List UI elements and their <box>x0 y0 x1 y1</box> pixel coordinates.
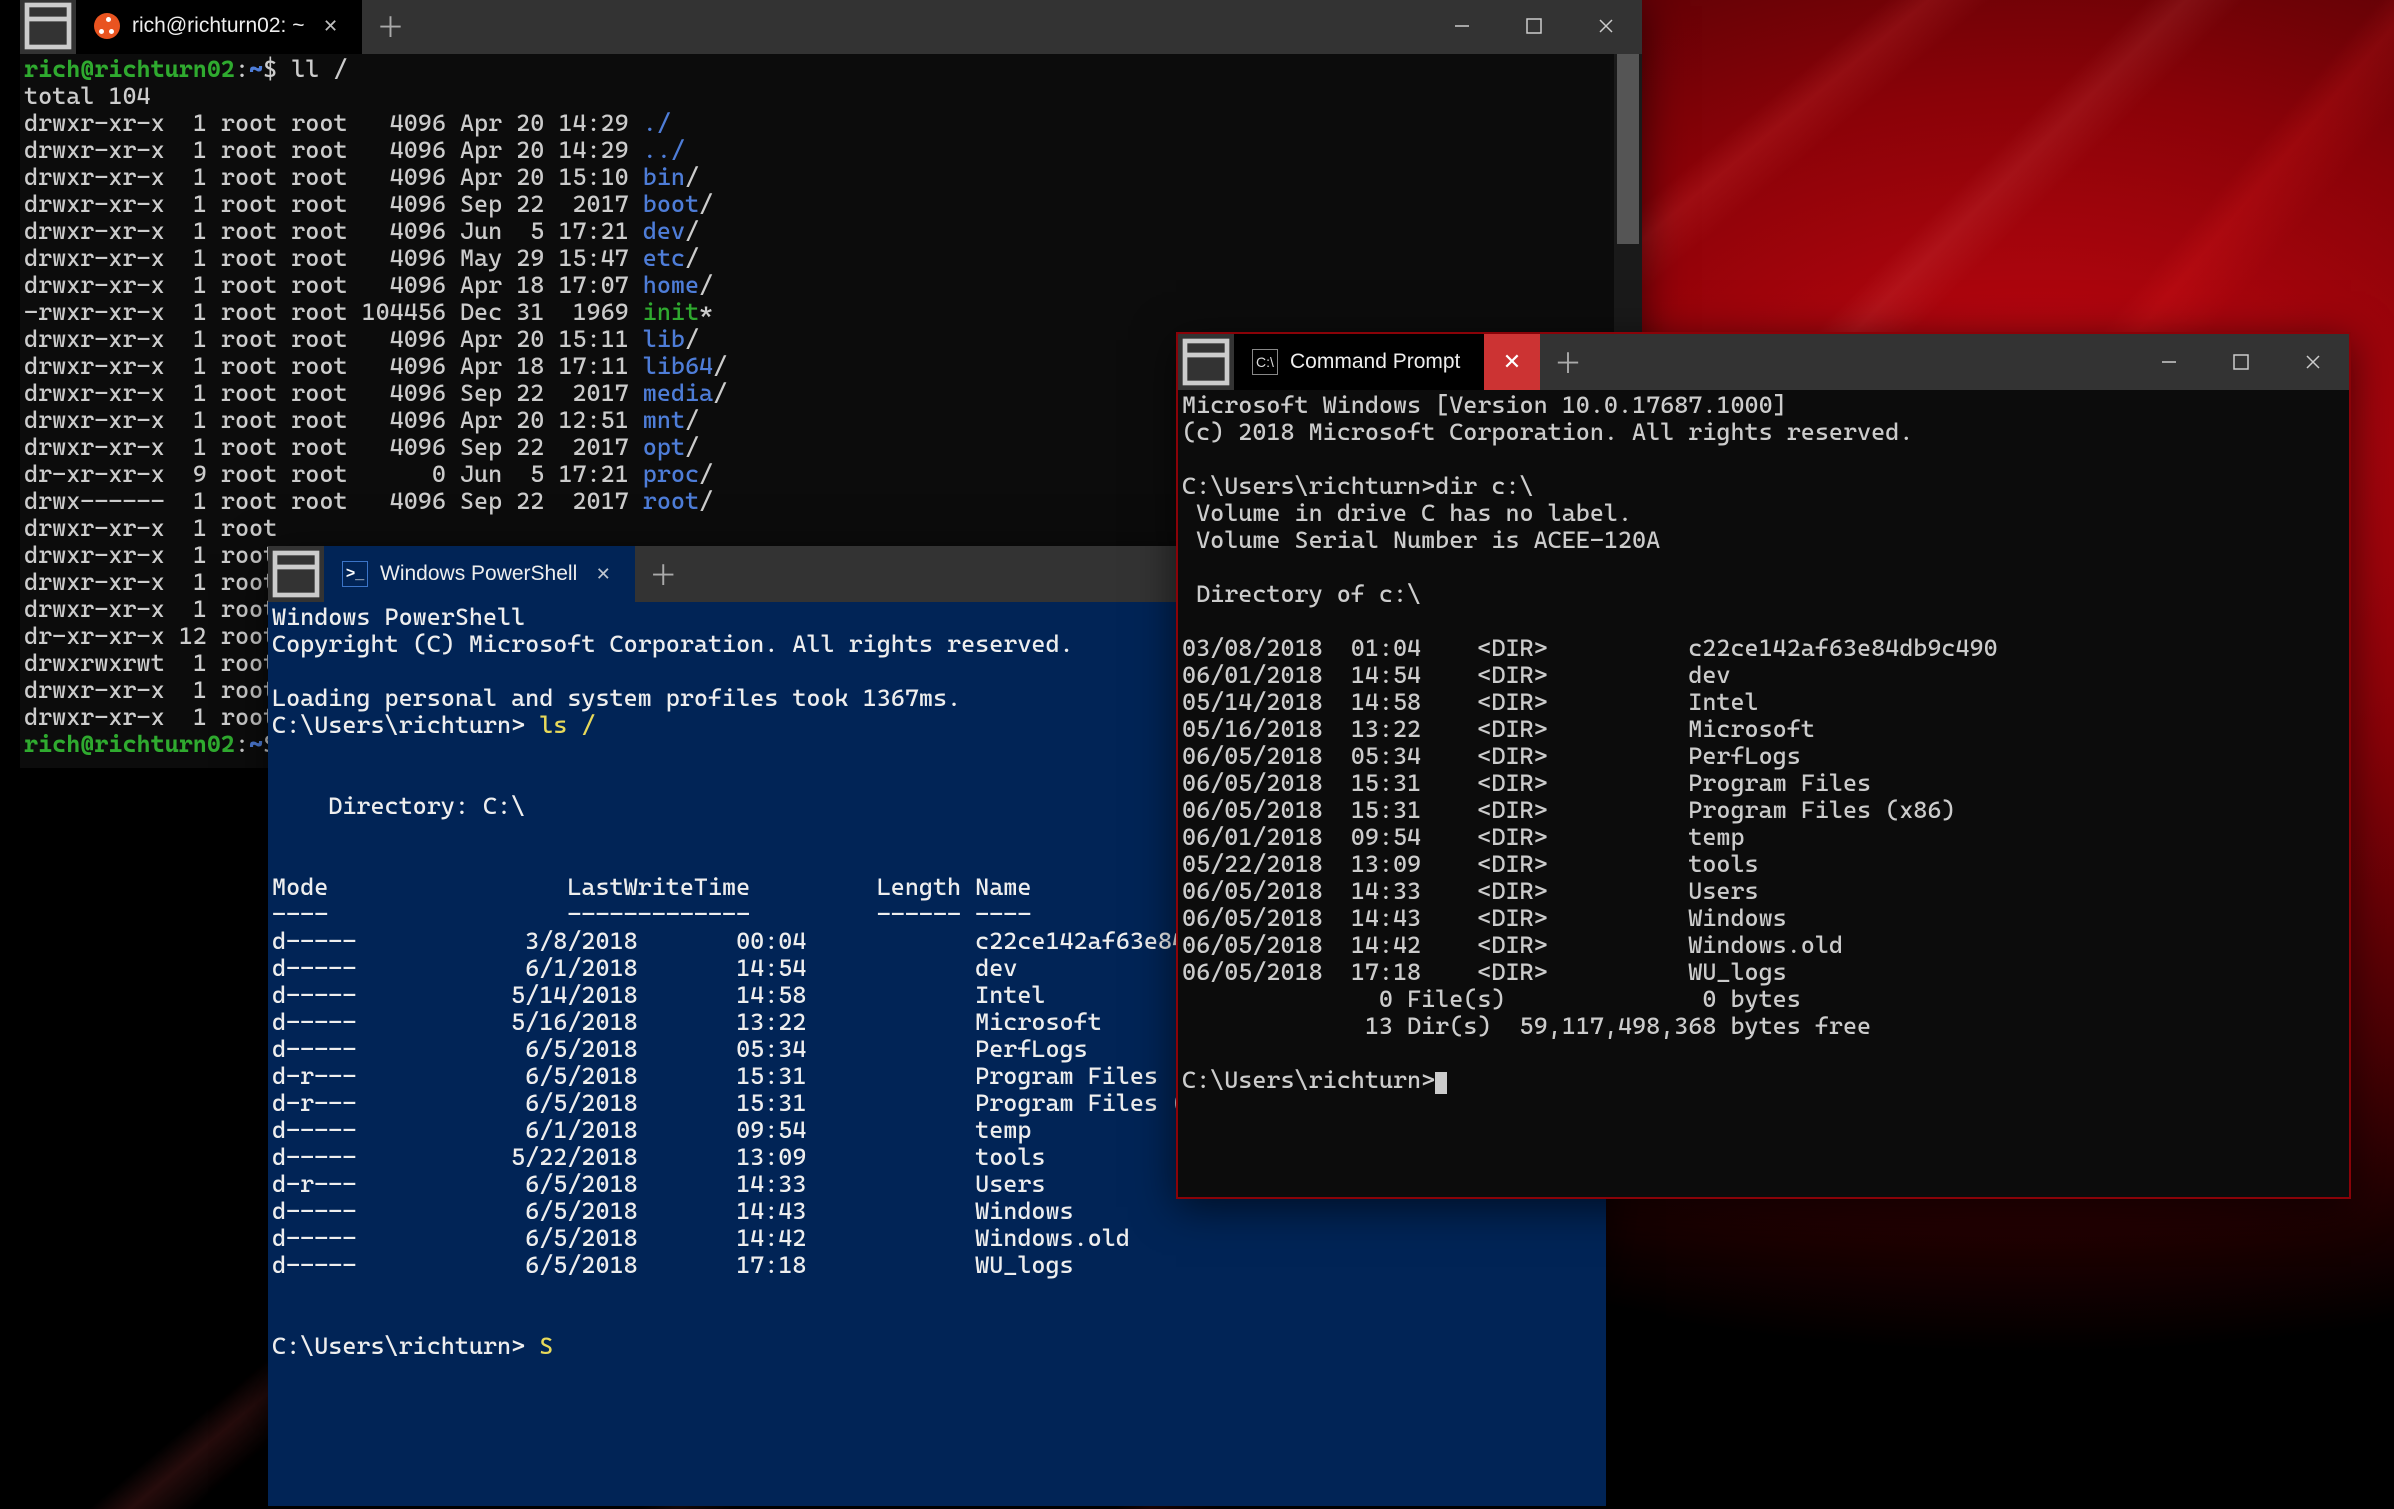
cmd-tab-title: Command Prompt <box>1290 350 1460 374</box>
ubuntu-titlebar[interactable]: rich@richturn02: ~ ✕ ＋ <box>20 0 1642 54</box>
minimize-button[interactable] <box>1426 0 1498 54</box>
close-button[interactable] <box>2277 334 2349 390</box>
ubuntu-icon <box>94 13 120 39</box>
window-menu-icon[interactable] <box>20 0 76 54</box>
close-tab-icon[interactable]: ✕ <box>1484 334 1540 390</box>
close-tab-icon[interactable]: ✕ <box>589 560 617 588</box>
cmd-window: C:\ Command Prompt ✕ ＋ Microsoft Windows… <box>1176 332 2351 1199</box>
minimize-button[interactable] <box>2133 334 2205 390</box>
powershell-icon: >_ <box>342 561 368 587</box>
cmd-titlebar[interactable]: C:\ Command Prompt ✕ ＋ <box>1178 334 2349 390</box>
scrollbar-thumb[interactable] <box>1617 54 1639 244</box>
cmd-terminal-body[interactable]: Microsoft Windows [Version 10.0.17687.10… <box>1178 390 2349 1197</box>
cmd-icon: C:\ <box>1252 349 1278 375</box>
window-menu-icon[interactable] <box>1178 334 1234 390</box>
ps-tab-title: Windows PowerShell <box>380 562 577 586</box>
maximize-button[interactable] <box>2205 334 2277 390</box>
cmd-tab[interactable]: C:\ Command Prompt <box>1234 334 1484 390</box>
new-tab-button[interactable]: ＋ <box>635 546 691 602</box>
ubuntu-tab[interactable]: rich@richturn02: ~ ✕ <box>76 0 362 54</box>
maximize-button[interactable] <box>1498 0 1570 54</box>
new-tab-button[interactable]: ＋ <box>1540 334 1596 390</box>
window-menu-icon[interactable] <box>268 546 324 602</box>
ubuntu-tab-title: rich@richturn02: ~ <box>132 14 304 38</box>
close-button[interactable] <box>1570 0 1642 54</box>
ps-tab[interactable]: >_ Windows PowerShell ✕ <box>324 546 635 602</box>
new-tab-button[interactable]: ＋ <box>362 0 418 54</box>
close-tab-icon[interactable]: ✕ <box>316 12 344 40</box>
